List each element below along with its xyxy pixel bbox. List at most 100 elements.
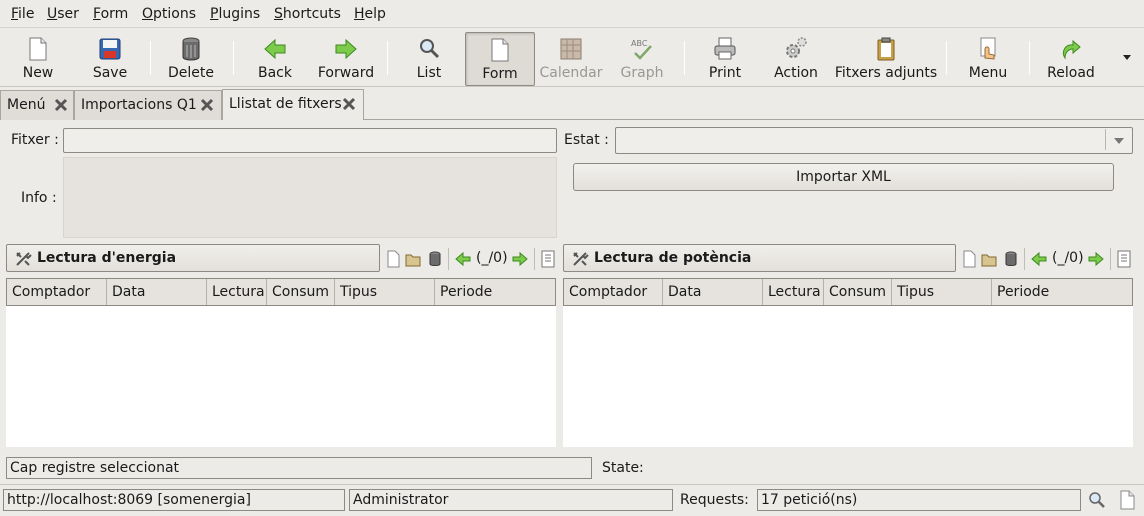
- column-header[interactable]: Consum: [267, 279, 335, 305]
- toolbar-separator: [387, 41, 388, 75]
- toolbar-separator: [150, 41, 151, 75]
- lectura-energia-grid-body[interactable]: [6, 306, 556, 447]
- column-header[interactable]: Consum: [824, 279, 892, 305]
- close-icon[interactable]: [54, 98, 68, 112]
- info-textarea[interactable]: [63, 157, 557, 238]
- fitxer-field[interactable]: [63, 128, 557, 153]
- arrow-right-icon[interactable]: [512, 250, 528, 268]
- requests-label: Requests:: [680, 492, 749, 508]
- column-header[interactable]: Comptador: [7, 279, 107, 305]
- menu-file[interactable]: File: [11, 6, 34, 22]
- column-header[interactable]: Periode: [435, 279, 555, 305]
- chevron-down-icon: [1114, 138, 1124, 144]
- new-record-icon[interactable]: [385, 250, 401, 268]
- panel-separator: [1110, 248, 1111, 270]
- menu-button-label: Menu: [968, 65, 1008, 81]
- lectura-energia-grid-header: Comptador Data Lectura Consum Tipus Peri…: [6, 278, 556, 306]
- fitxer-label: Fitxer :: [11, 132, 59, 148]
- reload-button-label: Reload: [1047, 65, 1095, 81]
- user-status: Administrator: [349, 489, 673, 511]
- toolbar-overflow-button[interactable]: [1118, 49, 1136, 65]
- arrow-right-icon: [335, 38, 357, 60]
- list-button[interactable]: List: [400, 32, 458, 86]
- calendar-button-label: Calendar: [539, 65, 603, 81]
- close-icon[interactable]: [342, 97, 356, 111]
- arrow-left-icon[interactable]: [1031, 250, 1047, 268]
- arrow-left-icon[interactable]: [455, 250, 471, 268]
- record-status-message: Cap registre seleccionat: [6, 457, 592, 479]
- info-label: Info :: [21, 190, 57, 206]
- new-record-icon[interactable]: [961, 250, 977, 268]
- menu-form[interactable]: Form: [93, 6, 128, 22]
- graph-button[interactable]: ABC Graph: [612, 32, 672, 86]
- new-document-icon[interactable]: [1118, 490, 1136, 510]
- column-header[interactable]: Lectura: [763, 279, 824, 305]
- back-button-label: Back: [258, 65, 292, 81]
- back-button[interactable]: Back: [244, 32, 306, 86]
- print-button[interactable]: Print: [695, 32, 755, 86]
- tab-importacions-q1[interactable]: Importacions Q1: [74, 90, 222, 120]
- lectura-energia-header[interactable]: Lectura d'energia: [6, 244, 380, 272]
- menu-help[interactable]: Help: [354, 6, 386, 22]
- magnifier-icon: [420, 39, 440, 59]
- menu-plugins[interactable]: Plugins: [210, 6, 260, 22]
- tools-icon: [16, 252, 32, 266]
- importar-xml-button[interactable]: Importar XML: [573, 163, 1114, 191]
- form-view-icon[interactable]: [540, 250, 556, 268]
- menu-options[interactable]: Options: [142, 6, 196, 22]
- calendar-button[interactable]: Calendar: [538, 32, 604, 86]
- close-icon[interactable]: [200, 98, 214, 112]
- column-header[interactable]: Lectura: [207, 279, 267, 305]
- open-folder-icon[interactable]: [405, 250, 421, 268]
- estat-dropdown-button[interactable]: [1105, 129, 1131, 150]
- tab-menu[interactable]: Menú: [0, 90, 74, 120]
- column-header[interactable]: Comptador: [564, 279, 663, 305]
- column-header[interactable]: Data: [107, 279, 207, 305]
- toolbar-separator: [946, 41, 947, 75]
- save-button[interactable]: Save: [80, 32, 140, 86]
- new-document-icon: [29, 37, 47, 61]
- column-header[interactable]: Periode: [992, 279, 1132, 305]
- menu-user[interactable]: User: [47, 6, 79, 22]
- lectura-potencia-header[interactable]: Lectura de potència: [563, 244, 956, 272]
- estat-select[interactable]: [615, 127, 1133, 154]
- action-button[interactable]: Action: [765, 32, 827, 86]
- menu-button[interactable]: Menu: [958, 32, 1018, 86]
- printer-icon: [714, 37, 736, 60]
- reload-button[interactable]: Reload: [1040, 32, 1102, 86]
- panel-separator: [534, 248, 535, 270]
- calendar-icon: [560, 38, 582, 60]
- tools-icon: [573, 252, 589, 266]
- arrow-right-icon[interactable]: [1088, 250, 1104, 268]
- clipboard-icon: [877, 37, 895, 61]
- magnifier-icon[interactable]: [1088, 491, 1106, 509]
- trash-can-icon[interactable]: [427, 250, 443, 268]
- floppy-disk-icon: [99, 38, 121, 60]
- column-header[interactable]: Data: [663, 279, 763, 305]
- column-header[interactable]: Tipus: [892, 279, 992, 305]
- new-button[interactable]: New: [8, 32, 68, 86]
- tab-label: Menú: [7, 97, 46, 113]
- delete-button[interactable]: Delete: [160, 32, 222, 86]
- open-folder-icon[interactable]: [981, 250, 997, 268]
- form-button[interactable]: Form: [465, 32, 535, 86]
- attachments-button[interactable]: Fitxers adjunts: [834, 32, 938, 86]
- print-button-label: Print: [708, 65, 742, 81]
- trash-can-icon[interactable]: [1003, 250, 1019, 268]
- toolbar: New Save Delete Back Forward List Form C…: [0, 29, 1144, 87]
- forward-button[interactable]: Forward: [314, 32, 378, 86]
- pager-label: (_/0): [1052, 250, 1084, 266]
- form-view-icon[interactable]: [1116, 250, 1132, 268]
- graph-button-label: Graph: [620, 65, 664, 81]
- tab-llistat-de-fitxers[interactable]: Llistat de fitxers: [222, 89, 364, 120]
- svg-text:ABC: ABC: [631, 39, 648, 48]
- column-header[interactable]: Tipus: [335, 279, 435, 305]
- lectura-potencia-grid-body[interactable]: [563, 306, 1133, 447]
- attachments-button-label: Fitxers adjunts: [834, 65, 938, 81]
- new-button-label: New: [22, 65, 54, 81]
- panel-separator: [448, 248, 449, 270]
- toolbar-separator: [233, 41, 234, 75]
- tab-bar: Menú Importacions Q1 Llistat de fitxers: [0, 88, 1144, 120]
- menu-shortcuts[interactable]: Shortcuts: [274, 6, 341, 22]
- estat-label: Estat :: [564, 132, 609, 148]
